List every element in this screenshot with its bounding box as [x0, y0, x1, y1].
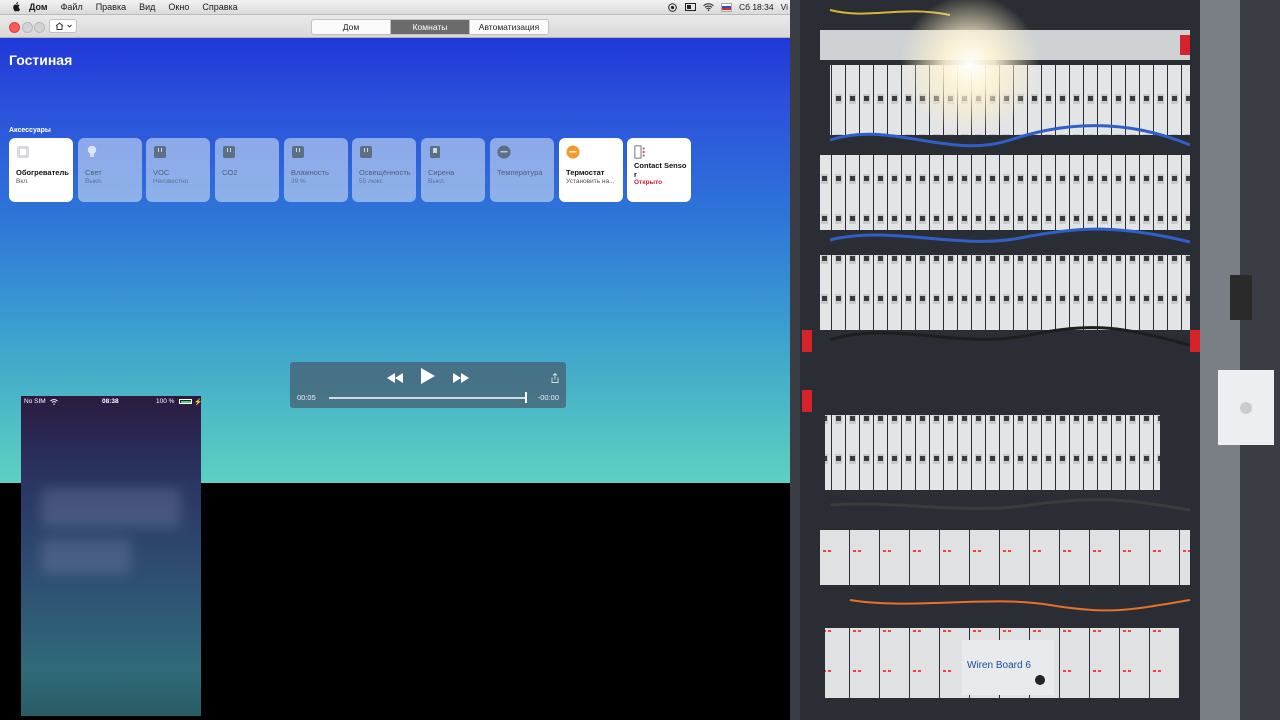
camera-feed-electrical-cabinet: Wiren Board 6 — [790, 0, 1280, 720]
view-segmented-control: Дом Комнаты Автоматизация — [311, 19, 549, 35]
tab-automation[interactable]: Автоматизация — [469, 20, 548, 34]
thermostat-icon — [566, 145, 580, 159]
blurred-content — [41, 488, 181, 528]
tile-status: Неизвестно — [153, 177, 189, 185]
tile-status: Вкл. — [16, 177, 29, 185]
sensor-icon — [153, 145, 167, 159]
accessories-section-label: Аксессуары — [9, 127, 51, 134]
tile-name: CO2 — [222, 168, 238, 177]
tile-name: Contact Sensor — [634, 161, 687, 179]
phone-wifi-icon — [50, 399, 58, 405]
tile-siren[interactable]: Сирена Выкл. — [421, 138, 485, 202]
tile-status: Выкл. — [428, 177, 446, 185]
menubar-clock[interactable]: Сб 18:34 — [739, 2, 774, 12]
sensor-icon — [359, 145, 373, 159]
house-icon — [55, 22, 63, 30]
tile-co2[interactable]: CO2 — [215, 138, 279, 202]
remaining-time: -00:00 — [537, 393, 559, 402]
play-icon — [421, 368, 435, 384]
rewind-icon — [387, 372, 403, 383]
status-area: Сб 18:34 Vi — [667, 2, 790, 12]
bulb-icon — [85, 145, 99, 159]
tile-voc[interactable]: VOC Неизвестно — [146, 138, 210, 202]
apple-menu-icon[interactable] — [11, 2, 22, 13]
zoom-window-button[interactable] — [34, 22, 45, 33]
menu-bar: Дом Файл Правка Вид Окно Справка Сб 18:3… — [0, 0, 790, 15]
tab-rooms[interactable]: Комнаты — [390, 20, 469, 34]
share-icon — [551, 372, 559, 383]
playback-scrubber-track[interactable] — [329, 397, 527, 399]
menu-help[interactable]: Справка — [202, 2, 237, 12]
close-window-button[interactable] — [9, 22, 20, 33]
sensor-icon — [222, 145, 236, 159]
keyboard-layout-flag-icon[interactable] — [720, 2, 732, 12]
tile-humidity[interactable]: Влажность 39 % — [284, 138, 348, 202]
fast-forward-button[interactable] — [453, 370, 469, 388]
tile-heater[interactable]: Обогреватель Вкл. — [9, 138, 73, 202]
tile-contact-sensor[interactable]: Contact Sensor Открыто — [627, 138, 691, 202]
phone-clock: 08:38 — [102, 398, 119, 405]
tile-name: Температура — [497, 168, 543, 177]
minimize-window-button[interactable] — [22, 22, 33, 33]
tile-thermostat[interactable]: Термостат Установить на... — [559, 138, 623, 202]
phone-carrier: No SIM — [24, 398, 46, 405]
menu-edit[interactable]: Правка — [96, 2, 126, 12]
menu-window[interactable]: Окно — [168, 2, 189, 12]
controller-brand-logo: Wiren Board 6 — [967, 660, 1031, 671]
display-icon[interactable] — [684, 3, 696, 12]
tile-name: Термостат — [566, 168, 605, 177]
menubar-user[interactable]: Vi — [781, 2, 788, 12]
battery-icon — [179, 399, 192, 404]
electrical-cabinet-photo: Wiren Board 6 — [790, 0, 1280, 720]
tile-status: Установить на... — [566, 177, 615, 185]
window-toolbar: Дом Комнаты Автоматизация — [0, 15, 790, 38]
blurred-content — [41, 538, 131, 574]
tile-name: Сирена — [428, 168, 455, 177]
tab-home[interactable]: Дом — [312, 20, 390, 34]
temperature-icon — [497, 145, 511, 159]
iphone-screen-mirror: No SIM 08:38 100 % ⚡ — [21, 396, 201, 716]
tile-name: Освещённость — [359, 168, 411, 177]
room-title: Гостиная — [9, 52, 73, 68]
home-selector-button[interactable] — [49, 19, 77, 33]
heater-icon — [16, 145, 30, 159]
tile-light[interactable]: Свет Выкл. — [78, 138, 142, 202]
play-button[interactable] — [421, 368, 435, 389]
sensor-icon — [291, 145, 305, 159]
siren-icon — [428, 145, 442, 159]
phone-status-bar: No SIM 08:38 100 % ⚡ — [21, 396, 201, 408]
tile-name: Обогреватель — [16, 168, 69, 177]
menu-view[interactable]: Вид — [139, 2, 155, 12]
rewind-button[interactable] — [387, 370, 403, 388]
charging-icon: ⚡ — [194, 399, 201, 406]
playback-scrubber-knob[interactable] — [525, 392, 527, 403]
tile-temperature[interactable]: Температура — [490, 138, 554, 202]
tile-name: VOC — [153, 168, 170, 177]
share-button[interactable] — [551, 370, 559, 388]
screen-record-icon[interactable] — [667, 2, 678, 12]
tile-status: 55 люкс — [359, 177, 383, 185]
chevron-down-icon — [66, 24, 72, 28]
tile-illuminance[interactable]: Освещённость 55 люкс — [352, 138, 416, 202]
contact-sensor-icon — [634, 145, 648, 159]
tile-status: Выкл. — [85, 177, 103, 185]
menu-app-name[interactable]: Дом — [29, 2, 48, 12]
tile-status: 39 % — [291, 177, 306, 185]
fast-forward-icon — [453, 372, 469, 383]
tile-name: Влажность — [291, 168, 329, 177]
elapsed-time: 00:05 — [297, 393, 316, 402]
menu-file[interactable]: Файл — [61, 2, 83, 12]
tile-name: Свет — [85, 168, 102, 177]
phone-battery-text: 100 % — [156, 398, 175, 405]
tile-status: Открыто — [634, 179, 663, 186]
wifi-icon[interactable] — [703, 3, 714, 12]
